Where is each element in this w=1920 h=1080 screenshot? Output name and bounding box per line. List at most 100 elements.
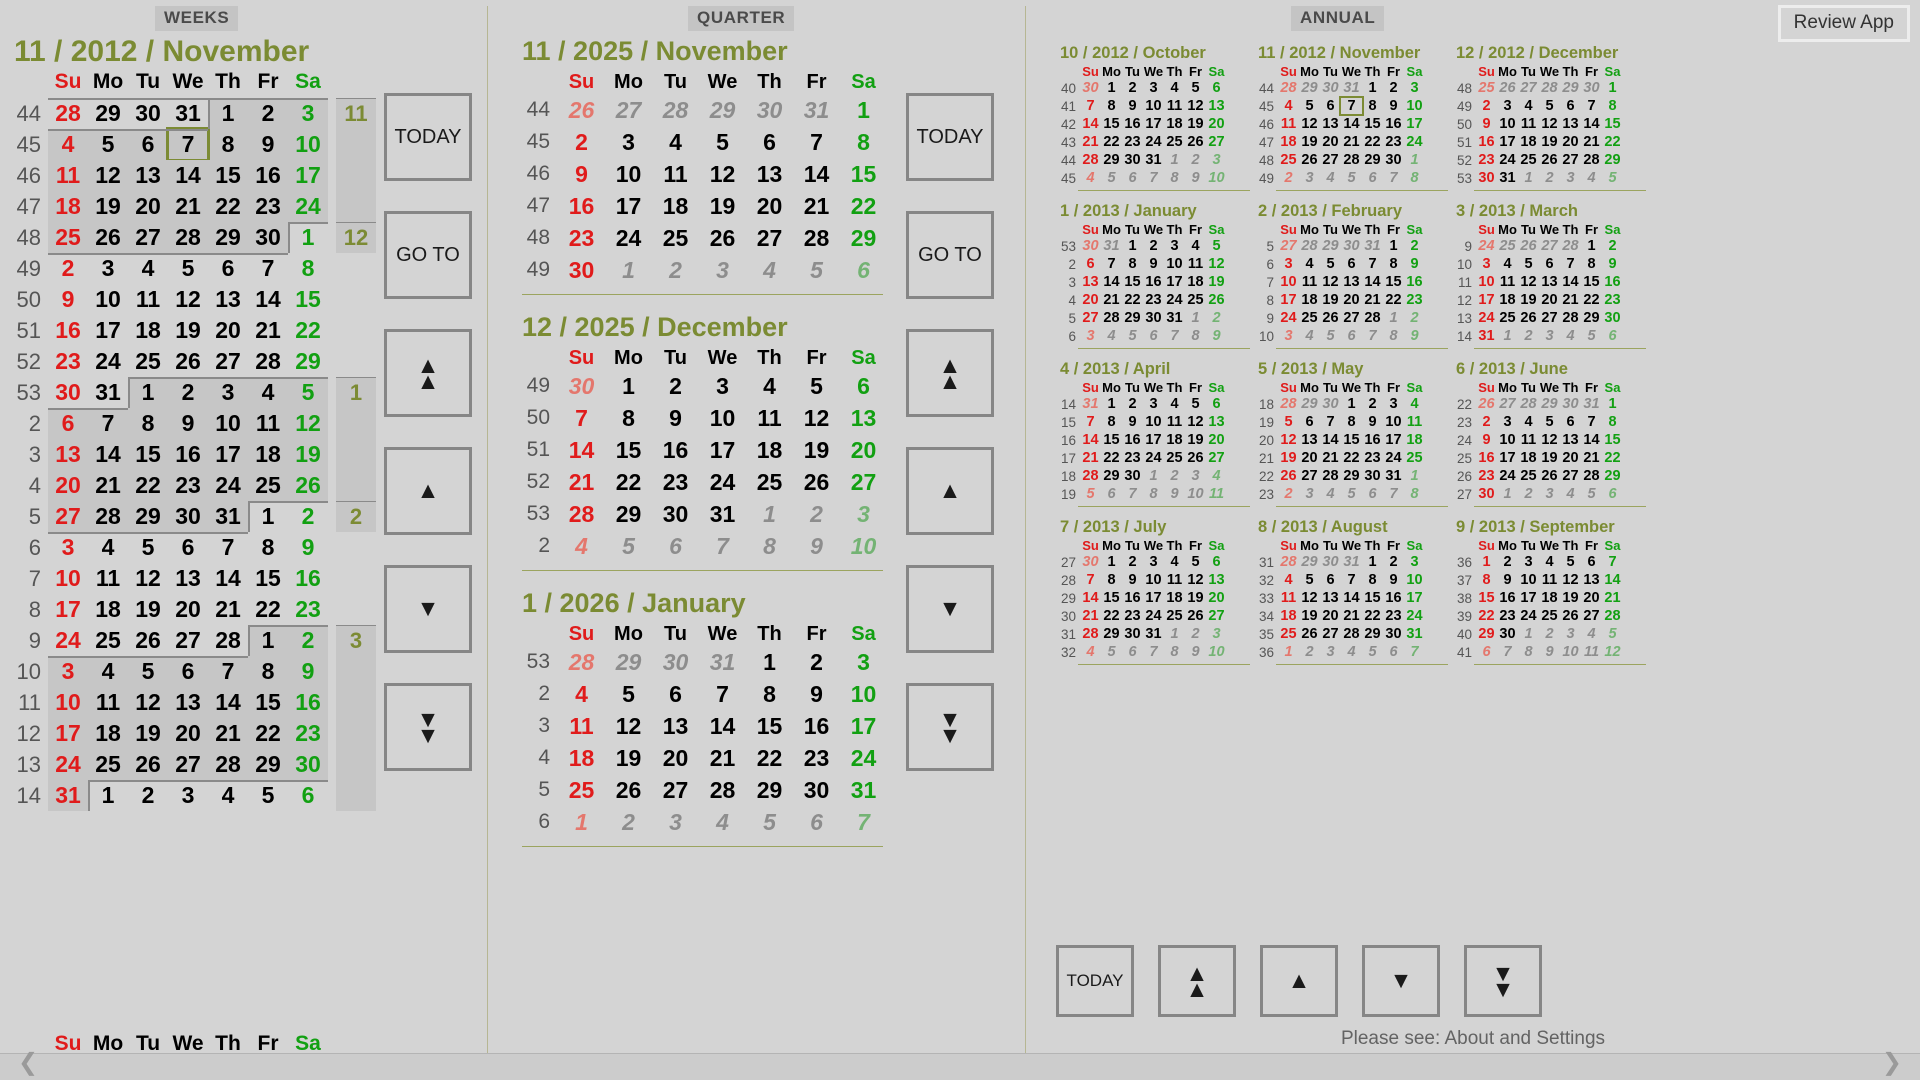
- week-row[interactable]: 51 16 17 18 19 20 21 22: [0, 315, 328, 346]
- week-row[interactable]: 45 4 5 6 7 8 9 10: [0, 127, 328, 162]
- day-cell[interactable]: 27: [1518, 80, 1539, 96]
- week-row[interactable]: 63456789: [0, 532, 328, 563]
- day-cell[interactable]: 15: [1602, 432, 1623, 448]
- day-cell[interactable]: 27: [1320, 152, 1341, 168]
- day-cell[interactable]: 2: [1185, 626, 1206, 642]
- day-cell[interactable]: 3: [1299, 170, 1320, 186]
- day-cell[interactable]: 27: [1341, 310, 1362, 326]
- day-cell[interactable]: 24: [288, 191, 328, 222]
- day-cell[interactable]: 5: [1299, 572, 1320, 588]
- day-cell[interactable]: 20: [1320, 134, 1341, 150]
- day-cell[interactable]: 29: [1299, 554, 1320, 570]
- day-cell[interactable]: 30: [1341, 238, 1362, 254]
- day-cell[interactable]: 27: [168, 625, 208, 656]
- day-cell[interactable]: 5: [1320, 256, 1341, 272]
- day-cell[interactable]: 6: [1341, 328, 1362, 344]
- day-cell[interactable]: 10: [1185, 486, 1206, 502]
- day-cell[interactable]: 25: [1299, 310, 1320, 326]
- day-cell[interactable]: 10: [208, 408, 248, 439]
- day-cell[interactable]: 15: [248, 687, 288, 718]
- annual-month[interactable]: 9 / 2013 / September Su Mo Tu We Th Fr Sa 36 1 2 3 4…: [1452, 518, 1650, 665]
- day-cell[interactable]: 6: [1362, 486, 1383, 502]
- day-cell[interactable]: 2: [288, 625, 328, 656]
- day-cell[interactable]: 22: [1101, 450, 1122, 466]
- day-cell[interactable]: 3: [1185, 468, 1206, 484]
- day-cell[interactable]: 10: [840, 533, 887, 560]
- day-cell[interactable]: 4: [1164, 396, 1185, 412]
- day-cell[interactable]: 28: [1341, 626, 1362, 642]
- day-cell[interactable]: 17: [1143, 590, 1164, 606]
- day-cell[interactable]: 9: [1497, 572, 1518, 588]
- day-cell[interactable]: 8: [1383, 256, 1404, 272]
- day-cell[interactable]: 27: [48, 501, 88, 532]
- day-cell[interactable]: 26: [605, 777, 652, 804]
- annual-page-down-button[interactable]: ▼ ▼: [1464, 945, 1542, 1017]
- day-cell[interactable]: 12: [168, 284, 208, 315]
- day-cell[interactable]: 9: [168, 408, 208, 439]
- day-cell[interactable]: 25: [558, 777, 605, 804]
- day-cell[interactable]: 18: [88, 594, 128, 625]
- day-cell[interactable]: 3: [48, 532, 88, 563]
- day-cell[interactable]: 5: [1602, 170, 1623, 186]
- day-cell[interactable]: 10: [1404, 98, 1425, 114]
- day-cell[interactable]: 17: [699, 437, 746, 464]
- day-cell[interactable]: 5: [793, 373, 840, 400]
- day-cell[interactable]: 30: [1497, 626, 1518, 642]
- day-cell[interactable]: 29: [1362, 626, 1383, 642]
- day-cell[interactable]: 27: [605, 97, 652, 124]
- day-cell[interactable]: 9: [1383, 572, 1404, 588]
- day-cell[interactable]: 4: [1497, 256, 1518, 272]
- day-cell[interactable]: 10: [1404, 572, 1425, 588]
- day-cell[interactable]: 18: [652, 193, 699, 220]
- day-cell[interactable]: 23: [1497, 608, 1518, 624]
- quarter-page-up-button[interactable]: ▲ ▲: [906, 329, 994, 417]
- day-cell[interactable]: 30: [558, 373, 605, 400]
- day-cell[interactable]: 28: [1560, 238, 1581, 254]
- day-cell[interactable]: 28: [793, 225, 840, 252]
- annual-month[interactable]: 8 / 2013 / August Su Mo Tu We Th Fr Sa 31 28 29 30 3…: [1254, 518, 1452, 665]
- day-cell[interactable]: 15: [840, 161, 887, 188]
- day-cell[interactable]: 31: [168, 98, 208, 129]
- day-cell[interactable]: 3: [48, 656, 88, 687]
- day-cell[interactable]: 29: [840, 225, 887, 252]
- day-cell[interactable]: 19: [1518, 292, 1539, 308]
- quarter-week-row[interactable]: 45 2 3 4 5 6 7 8: [516, 126, 887, 158]
- day-cell[interactable]: 31: [1143, 626, 1164, 642]
- day-cell[interactable]: 7: [88, 408, 128, 439]
- day-cell[interactable]: 8: [288, 253, 328, 284]
- week-row[interactable]: 9 24 25 26 27 28 1 2: [0, 625, 328, 656]
- day-cell[interactable]: 23: [288, 594, 328, 625]
- day-cell[interactable]: 2: [1602, 238, 1623, 254]
- day-cell[interactable]: 28: [1080, 152, 1101, 168]
- day-cell[interactable]: 7: [1320, 414, 1341, 430]
- day-cell[interactable]: 5: [1185, 554, 1206, 570]
- day-cell[interactable]: 1: [746, 501, 793, 528]
- day-cell[interactable]: 16: [1497, 590, 1518, 606]
- day-cell[interactable]: 29: [1362, 152, 1383, 168]
- day-cell[interactable]: 18: [1539, 590, 1560, 606]
- day-cell[interactable]: 31: [699, 501, 746, 528]
- day-cell[interactable]: 18: [1278, 134, 1299, 150]
- day-cell[interactable]: 8: [1101, 98, 1122, 114]
- day-cell[interactable]: 2: [1278, 170, 1299, 186]
- day-cell[interactable]: 1: [1278, 644, 1299, 660]
- day-cell[interactable]: 22: [128, 470, 168, 501]
- day-cell[interactable]: 9: [1164, 486, 1185, 502]
- day-cell[interactable]: 20: [128, 191, 168, 222]
- day-cell[interactable]: 18: [1299, 292, 1320, 308]
- day-cell[interactable]: 26: [1299, 152, 1320, 168]
- day-cell[interactable]: 31: [1341, 554, 1362, 570]
- quarter-week-row[interactable]: 3 11 12 13 14 15 16 17: [516, 710, 887, 742]
- day-cell[interactable]: 4: [88, 532, 128, 563]
- day-cell[interactable]: 21: [1560, 292, 1581, 308]
- day-cell[interactable]: 29: [605, 649, 652, 676]
- day-cell[interactable]: 24: [1143, 134, 1164, 150]
- day-cell[interactable]: 6: [1560, 414, 1581, 430]
- day-cell[interactable]: 30: [652, 649, 699, 676]
- day-cell[interactable]: 9: [1404, 328, 1425, 344]
- day-cell[interactable]: 5: [1518, 256, 1539, 272]
- day-cell[interactable]: 3: [1206, 152, 1227, 168]
- day-cell[interactable]: 8: [1362, 98, 1383, 114]
- day-cell[interactable]: 3: [1497, 414, 1518, 430]
- day-cell[interactable]: 7: [793, 129, 840, 156]
